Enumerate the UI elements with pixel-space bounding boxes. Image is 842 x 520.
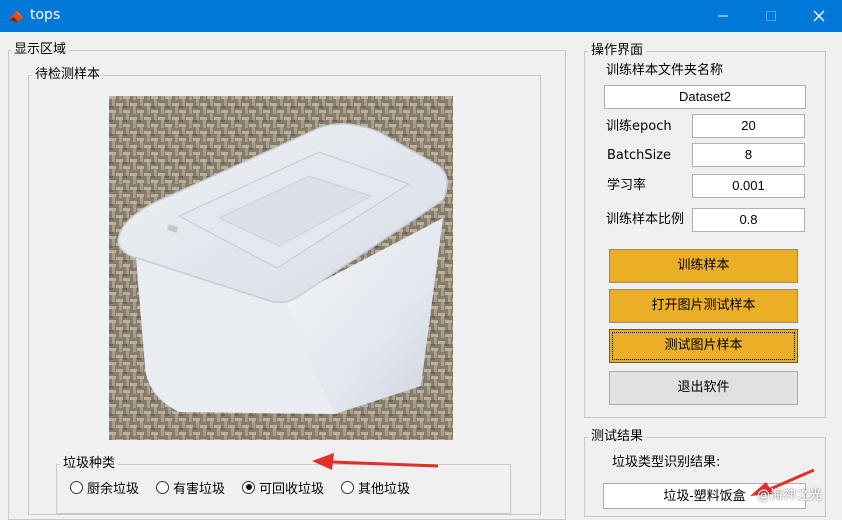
exit-button[interactable]: 退出软件 bbox=[609, 371, 798, 405]
operation-panel-legend: 操作界面 bbox=[588, 43, 647, 59]
radio-button[interactable] bbox=[70, 480, 83, 494]
radio-hazardous-waste[interactable]: 有害垃圾 bbox=[156, 477, 225, 497]
train-ratio-label: 训练样本比例 bbox=[606, 212, 685, 227]
test-image-button[interactable]: 测试图片样本 bbox=[609, 329, 798, 363]
close-button[interactable] bbox=[796, 0, 842, 32]
sample-image bbox=[109, 96, 453, 440]
result-label: 垃圾类型识别结果: bbox=[612, 455, 721, 470]
close-icon bbox=[813, 10, 825, 22]
minimize-icon bbox=[718, 15, 728, 17]
train-ratio-field[interactable]: 0.8 bbox=[692, 208, 805, 232]
learning-rate-field[interactable]: 0.001 bbox=[692, 174, 805, 198]
epoch-label: 训练epoch bbox=[606, 119, 672, 134]
test-result-legend: 测试结果 bbox=[588, 429, 647, 445]
category-legend: 垃圾种类 bbox=[60, 456, 119, 472]
maximize-icon bbox=[766, 11, 776, 21]
sample-legend: 待检测样本 bbox=[32, 67, 104, 83]
radio-kitchen-waste[interactable]: 厨余垃圾 bbox=[70, 477, 139, 497]
train-button[interactable]: 训练样本 bbox=[609, 249, 798, 283]
open-image-button[interactable]: 打开图片测试样本 bbox=[609, 289, 798, 323]
radio-button[interactable] bbox=[341, 480, 354, 494]
minimize-button[interactable] bbox=[700, 0, 746, 32]
radio-label: 可回收垃圾 bbox=[259, 481, 325, 497]
annotation-arrow-icon bbox=[312, 453, 439, 470]
radio-recyclable-waste[interactable]: 可回收垃圾 bbox=[242, 477, 324, 497]
radio-label: 有害垃圾 bbox=[173, 481, 226, 497]
radio-other-waste[interactable]: 其他垃圾 bbox=[341, 477, 410, 497]
title-bar: tops bbox=[0, 0, 842, 32]
radio-label: 厨余垃圾 bbox=[87, 481, 140, 497]
batchsize-label: BatchSize bbox=[607, 148, 672, 163]
display-area-legend: 显示区域 bbox=[11, 42, 70, 58]
radio-button[interactable] bbox=[242, 480, 255, 494]
radio-button[interactable] bbox=[156, 480, 169, 494]
epoch-field[interactable]: 20 bbox=[692, 114, 805, 138]
radio-label: 其他垃圾 bbox=[358, 481, 411, 497]
folder-label: 训练样本文件夹名称 bbox=[606, 63, 724, 78]
watermark-text: @海神之光 bbox=[757, 488, 823, 503]
learning-rate-label: 学习率 bbox=[607, 178, 647, 193]
batchsize-field[interactable]: 8 bbox=[692, 143, 805, 167]
window-title: tops bbox=[30, 7, 61, 23]
folder-name-field[interactable]: Dataset2 bbox=[604, 85, 806, 109]
matlab-icon bbox=[9, 10, 23, 22]
maximize-button[interactable] bbox=[748, 0, 794, 32]
